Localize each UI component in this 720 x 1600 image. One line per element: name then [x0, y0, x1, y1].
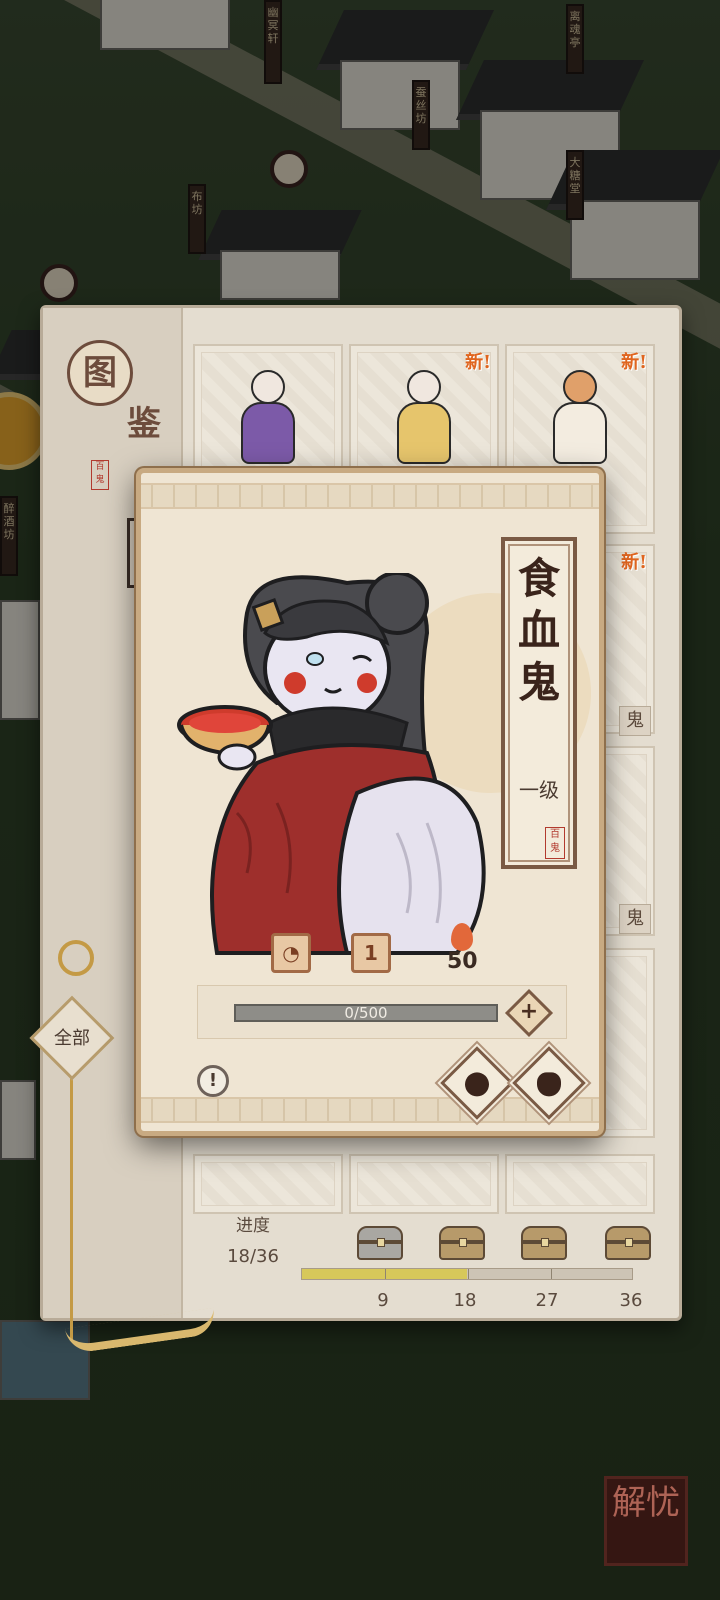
progress-count: 18/36 [227, 1246, 279, 1267]
exp-bar: 0/500 [234, 1004, 498, 1022]
fire-stat-value: 50 [447, 949, 478, 974]
chest-icon [439, 1226, 485, 1260]
fire-stat: 50 [447, 923, 507, 979]
name-plate: 食血鬼 一级 百鬼 [501, 537, 577, 869]
stats-row: ◔ 1 50 [241, 923, 501, 974]
level-badge-value: 1 [364, 941, 378, 965]
fire-skill-icon [465, 1072, 489, 1097]
character-thumbnail [545, 370, 615, 470]
element-icon[interactable]: ◔ [271, 933, 311, 973]
title-char: 图 [67, 340, 133, 406]
reward-chest-36[interactable] [603, 1220, 655, 1264]
new-badge: 新! [465, 352, 491, 373]
exp-text: 0/500 [344, 1004, 388, 1022]
reward-chest-9[interactable] [355, 1220, 407, 1264]
collection-card[interactable] [349, 1154, 499, 1214]
flame-icon [451, 923, 473, 951]
exp-panel: 0/500 + [197, 985, 567, 1039]
character-detail-popup: 食血鬼 一级 百鬼 ◔ 1 50 0/500 + ! [136, 468, 604, 1136]
card-name: 鬼 [619, 904, 651, 934]
knot-icon [58, 940, 94, 976]
progress-bar [301, 1268, 633, 1280]
info-icon[interactable]: ! [197, 1065, 229, 1097]
milestone-label: 9 [377, 1290, 389, 1311]
reward-chest-18[interactable] [437, 1220, 489, 1264]
book-title: 图 鉴 百鬼 [65, 336, 175, 490]
character-name: 食血鬼 [505, 553, 573, 709]
title-stamp: 百鬼 [91, 460, 109, 490]
filter-label: 全部 [54, 1028, 90, 1049]
fret-border-top [141, 483, 599, 509]
milestone-label: 36 [619, 1290, 643, 1311]
milestone-label: 27 [535, 1290, 559, 1311]
reward-chest-27[interactable] [519, 1220, 571, 1264]
jieyou-button[interactable]: 解忧 [604, 1476, 688, 1566]
plus-icon-glyph: + [519, 999, 539, 1024]
chest-icon [357, 1226, 403, 1260]
filter-string [70, 1070, 73, 1340]
chest-icon [605, 1226, 651, 1260]
card-name: 鬼 [619, 706, 651, 736]
character-level: 一级 [519, 778, 559, 802]
title-char: 鉴 [127, 404, 161, 444]
new-badge: 新! [621, 352, 647, 373]
level-badge-icon[interactable]: 1 [351, 933, 391, 973]
character-name-glyph: 食 [517, 554, 560, 603]
chest-icon [521, 1226, 567, 1260]
character-name-glyph: 鬼 [517, 658, 560, 707]
collection-card[interactable] [193, 1154, 343, 1214]
collection-card[interactable] [505, 1154, 655, 1214]
name-stamp: 百鬼 [545, 827, 565, 859]
bag-icon [537, 1072, 561, 1097]
character-thumbnail [389, 370, 459, 470]
filter-all-button[interactable]: 全部 [29, 995, 115, 1081]
plus-icon[interactable]: + [504, 988, 554, 1038]
progress-label: 进度 [236, 1216, 270, 1236]
character-name-glyph: 血 [517, 606, 560, 655]
character-thumbnail [233, 370, 303, 470]
new-badge: 新! [621, 552, 647, 573]
collection-progress: 进度 18/36 9 18 27 36 [179, 1212, 677, 1312]
milestone-label: 18 [453, 1290, 477, 1311]
